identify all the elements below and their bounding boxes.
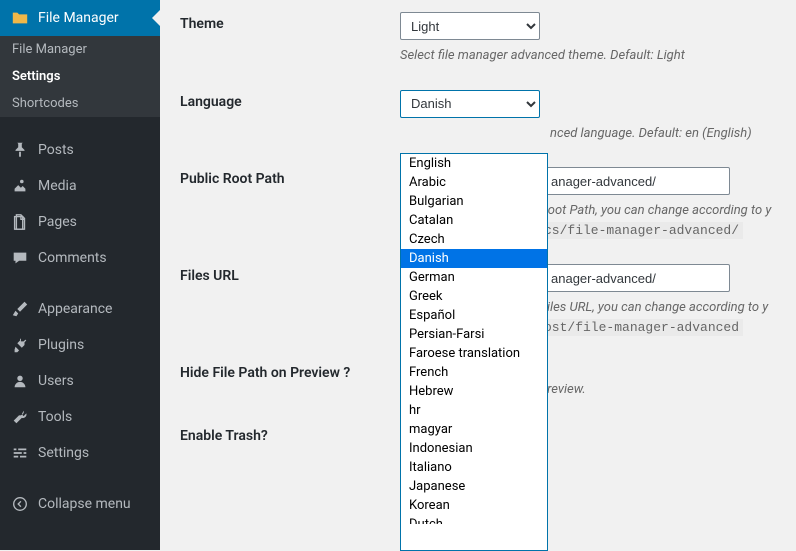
sidebar-item-users[interactable]: Users bbox=[0, 363, 160, 399]
sidebar-label: Settings bbox=[38, 445, 89, 461]
trash-label: Enable Trash? bbox=[180, 424, 400, 444]
dropdown-option[interactable]: English bbox=[401, 154, 547, 173]
language-desc: nced language. Default: en (English) bbox=[400, 124, 776, 144]
sidebar-item-file-manager[interactable]: File Manager bbox=[0, 0, 160, 36]
sidebar-label: Posts bbox=[38, 142, 74, 158]
brush-icon bbox=[10, 299, 30, 319]
collapse-menu[interactable]: Collapse menu bbox=[0, 486, 160, 522]
sidebar-label: Media bbox=[38, 178, 77, 194]
dropdown-option[interactable]: Español bbox=[401, 306, 547, 325]
dropdown-option[interactable]: Arabic bbox=[401, 173, 547, 192]
dropdown-option[interactable]: Indonesian bbox=[401, 439, 547, 458]
collapse-label: Collapse menu bbox=[38, 496, 131, 512]
theme-label: Theme bbox=[180, 12, 400, 66]
sidebar-item-appearance[interactable]: Appearance bbox=[0, 291, 160, 327]
dropdown-option[interactable]: Italiano bbox=[401, 458, 547, 477]
sidebar-item-settings[interactable]: Settings bbox=[0, 435, 160, 471]
language-select[interactable]: Danish bbox=[400, 90, 540, 118]
row-language: Language Danish nced language. Default: … bbox=[180, 78, 776, 156]
dropdown-option[interactable]: Catalan bbox=[401, 211, 547, 230]
sidebar-label: Tools bbox=[38, 409, 72, 425]
sidebar-item-plugins[interactable]: Plugins bbox=[0, 327, 160, 363]
sidebar-item-media[interactable]: Media bbox=[0, 168, 160, 204]
dropdown-option[interactable]: Korean bbox=[401, 496, 547, 515]
media-icon bbox=[10, 176, 30, 196]
dropdown-option[interactable]: Greek bbox=[401, 287, 547, 306]
plug-icon bbox=[10, 335, 30, 355]
sidebar-sub-settings[interactable]: Settings bbox=[0, 63, 160, 90]
admin-sidebar: File Manager File ManagerSettingsShortco… bbox=[0, 0, 160, 550]
dropdown-option[interactable]: hr bbox=[401, 401, 547, 420]
collapse-icon bbox=[10, 494, 30, 514]
pin-icon bbox=[10, 140, 30, 160]
sidebar-label: Users bbox=[38, 373, 74, 389]
dropdown-option[interactable]: Japanese bbox=[401, 477, 547, 496]
dropdown-option[interactable]: Danish bbox=[401, 249, 547, 268]
dropdown-option[interactable]: German bbox=[401, 268, 547, 287]
comment-icon bbox=[10, 248, 30, 268]
wrench-icon bbox=[10, 407, 30, 427]
language-label: Language bbox=[180, 90, 400, 144]
hide-path-label: Hide File Path on Preview ? bbox=[180, 361, 400, 400]
page-icon bbox=[10, 212, 30, 232]
folder-icon bbox=[10, 8, 30, 28]
sidebar-label: Pages bbox=[38, 214, 77, 230]
row-theme: Theme Light Select file manager advanced… bbox=[180, 0, 776, 78]
sidebar-item-posts[interactable]: Posts bbox=[0, 132, 160, 168]
sidebar-label: Plugins bbox=[38, 337, 84, 353]
sidebar-label: Appearance bbox=[38, 301, 112, 317]
dropdown-option[interactable]: Faroese translation bbox=[401, 344, 547, 363]
sidebar-sub-shortcodes[interactable]: Shortcodes bbox=[0, 90, 160, 117]
dropdown-option[interactable]: Dutch bbox=[401, 515, 547, 524]
language-dropdown-open: EnglishArabicBulgarianCatalanCzechDanish… bbox=[400, 153, 548, 551]
sliders-icon bbox=[10, 443, 30, 463]
sidebar-item-comments[interactable]: Comments bbox=[0, 240, 160, 276]
dropdown-list: EnglishArabicBulgarianCatalanCzechDanish… bbox=[401, 154, 547, 524]
sidebar-sub-file-manager[interactable]: File Manager bbox=[0, 36, 160, 63]
files-url-label: Files URL bbox=[180, 264, 400, 337]
user-icon bbox=[10, 371, 30, 391]
dropdown-option[interactable]: magyar bbox=[401, 420, 547, 439]
dropdown-option[interactable]: Czech bbox=[401, 230, 547, 249]
sidebar-label: Comments bbox=[38, 250, 107, 266]
theme-select[interactable]: Light bbox=[400, 12, 540, 40]
dropdown-option[interactable]: French bbox=[401, 363, 547, 382]
sidebar-label: File Manager bbox=[38, 10, 119, 26]
dropdown-option[interactable]: Hebrew bbox=[401, 382, 547, 401]
dropdown-option[interactable]: Persian-Farsi bbox=[401, 325, 547, 344]
dropdown-option[interactable]: Bulgarian bbox=[401, 192, 547, 211]
root-path-label: Public Root Path bbox=[180, 167, 400, 240]
sidebar-item-tools[interactable]: Tools bbox=[0, 399, 160, 435]
sidebar-item-pages[interactable]: Pages bbox=[0, 204, 160, 240]
theme-desc: Select file manager advanced theme. Defa… bbox=[400, 46, 776, 66]
